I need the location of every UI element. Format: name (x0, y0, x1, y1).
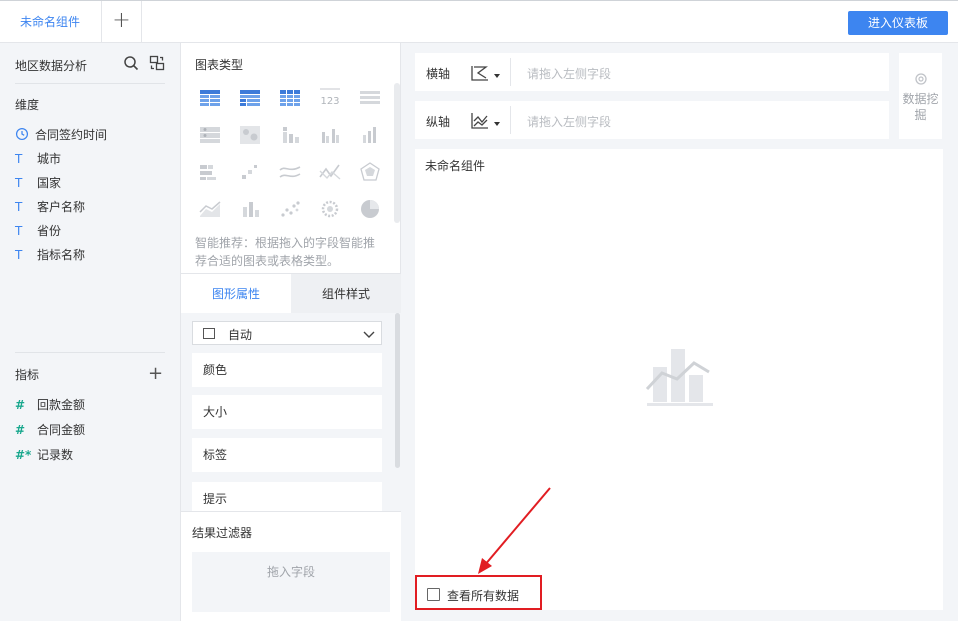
divider (15, 83, 165, 84)
detail-table-chart-icon[interactable] (275, 83, 305, 113)
step-chart-icon[interactable] (235, 157, 265, 187)
dimension-label: 客户名称 (37, 200, 86, 214)
area-line-chart-icon[interactable] (315, 157, 345, 187)
data-mining-icon (915, 73, 927, 85)
add-tab-button[interactable]: + (102, 1, 142, 43)
size-property[interactable]: 大小 (192, 395, 382, 429)
dimension-label: 国家 (37, 176, 62, 190)
dimension-field-indicator-name[interactable]: T 指标名称 (15, 245, 85, 265)
smart-recommend-tip: 智能推荐：根据拖入的字段智能推荐合适的图表或表格类型。 (195, 236, 376, 268)
measures-title: 指标 (15, 368, 40, 382)
cross-table-chart-icon[interactable] (235, 83, 265, 113)
range-bar-chart-icon[interactable] (235, 194, 265, 224)
measure-field-contract-amount[interactable]: # 合同金额 (15, 420, 85, 440)
highlight-box (415, 575, 542, 610)
tooltip-property[interactable]: 提示 (192, 482, 382, 511)
red-arrow-icon (478, 487, 551, 574)
dimension-label: 城市 (37, 152, 62, 166)
switch-dataset-icon[interactable] (149, 55, 165, 71)
table-chart-icon[interactable] (195, 83, 225, 113)
heatmap-chart-icon[interactable] (235, 120, 265, 150)
dimension-label: 省份 (37, 224, 62, 238)
component-title[interactable]: 未命名组件 (425, 157, 485, 174)
filter-drop-zone[interactable]: 拖入字段 (192, 552, 390, 612)
label-property[interactable]: 标签 (192, 438, 382, 472)
tab-untitled-component[interactable]: 未命名组件 (0, 1, 102, 43)
x-axis-type-icon[interactable] (469, 62, 491, 84)
chart-type-title: 图表类型 (195, 58, 244, 72)
top-bar: 未命名组件 + 进入仪表板 (0, 0, 958, 43)
number-card-glyph: 123 (320, 96, 339, 107)
line-chart-icon[interactable] (275, 157, 305, 187)
data-mining-label: 数据挖掘 (902, 92, 939, 122)
data-panel: 地区数据分析 维度 合同签约时间 T 城市 T 国家 T 客户名称 T 省份 T 指标名称… (0, 43, 181, 621)
text-chart-icon[interactable] (355, 83, 385, 113)
x-axis-label: 横轴 (426, 67, 451, 81)
dimension-field-contract-time[interactable]: 合同签约时间 (15, 125, 107, 145)
properties-scrollbar[interactable] (395, 313, 400, 468)
text-type-icon: T (15, 248, 23, 262)
dimension-field-province[interactable]: T 省份 (15, 221, 61, 241)
bubble-chart-icon[interactable] (315, 194, 345, 224)
text-type-icon: T (15, 200, 23, 214)
pie-chart-icon[interactable] (355, 194, 385, 224)
y-axis-placeholder[interactable]: 请拖入左侧字段 (527, 113, 611, 130)
number-card-chart-icon[interactable]: 123 (315, 83, 345, 113)
text-type-icon: T (15, 224, 23, 238)
stacked-bar-chart-icon[interactable] (275, 120, 305, 150)
dimension-label: 指标名称 (37, 248, 86, 262)
tab-shape-properties[interactable]: 图形属性 (181, 274, 291, 314)
radar-chart-icon[interactable] (355, 157, 385, 187)
grouped-bar-chart-icon[interactable] (315, 120, 345, 150)
tab-component-style[interactable]: 组件样式 (291, 274, 401, 314)
text-type-icon: T (15, 176, 23, 190)
record-count-icon: #* (15, 448, 32, 462)
text-type-icon: T (15, 152, 23, 166)
divider (510, 106, 511, 134)
y-axis-drop-row: 纵轴 请拖入左侧字段 (415, 101, 889, 139)
divider (510, 58, 511, 86)
dataset-title: 地区数据分析 (15, 59, 88, 73)
result-filter-section: 结果过滤器 拖入字段 (181, 511, 401, 621)
measure-field-record-count[interactable]: #* 记录数 (15, 445, 73, 465)
measure-field-payment-amount[interactable]: # 回款金额 (15, 395, 85, 415)
dimensions-title: 维度 (15, 98, 40, 112)
chevron-down-icon (363, 331, 375, 338)
square-shape-icon (203, 328, 215, 339)
property-tabs: 图形属性 组件样式 (181, 273, 401, 314)
empty-chart-placeholder-icon (645, 349, 713, 406)
color-property[interactable]: 颜色 (192, 353, 382, 387)
caret-down-icon[interactable] (494, 122, 500, 126)
number-type-icon: # (15, 398, 26, 412)
horizontal-bar-chart-icon[interactable] (195, 157, 225, 187)
measure-label: 回款金额 (37, 398, 86, 412)
dimension-field-country[interactable]: T 国家 (15, 173, 61, 193)
clock-icon (15, 127, 29, 141)
measure-label: 合同金额 (37, 423, 86, 437)
bar-chart-icon[interactable] (355, 120, 385, 150)
scatter-chart-icon[interactable] (275, 194, 305, 224)
grid-table-chart-icon[interactable] (195, 120, 225, 150)
area-chart-icon[interactable] (195, 194, 225, 224)
enter-dashboard-button[interactable]: 进入仪表板 (848, 11, 948, 35)
chart-type-scrollbar[interactable] (394, 83, 400, 223)
dimension-field-city[interactable]: T 城市 (15, 149, 61, 169)
shape-type-value: 自动 (228, 328, 253, 342)
divider (15, 352, 165, 353)
x-axis-placeholder[interactable]: 请拖入左侧字段 (527, 65, 611, 82)
y-axis-label: 纵轴 (426, 115, 451, 129)
measure-label: 记录数 (37, 448, 74, 462)
x-axis-drop-row: 横轴 请拖入左侧字段 (415, 53, 889, 91)
data-mining-button[interactable]: 数据挖掘 (899, 53, 942, 139)
search-icon[interactable] (123, 55, 139, 71)
dimension-field-customer[interactable]: T 客户名称 (15, 197, 85, 217)
number-type-icon: # (15, 423, 26, 437)
caret-down-icon[interactable] (494, 74, 500, 78)
shape-type-select[interactable]: 自动 (192, 321, 382, 345)
result-filter-title: 结果过滤器 (192, 526, 253, 540)
dimension-label: 合同签约时间 (35, 128, 108, 142)
add-measure-icon[interactable]: + (148, 365, 163, 383)
chart-config-panel: 图表类型 123 智能推荐：根据拖入的字段智能推荐合适的图表或表格类型。 图形属… (181, 43, 401, 621)
y-axis-type-icon[interactable] (469, 110, 491, 132)
